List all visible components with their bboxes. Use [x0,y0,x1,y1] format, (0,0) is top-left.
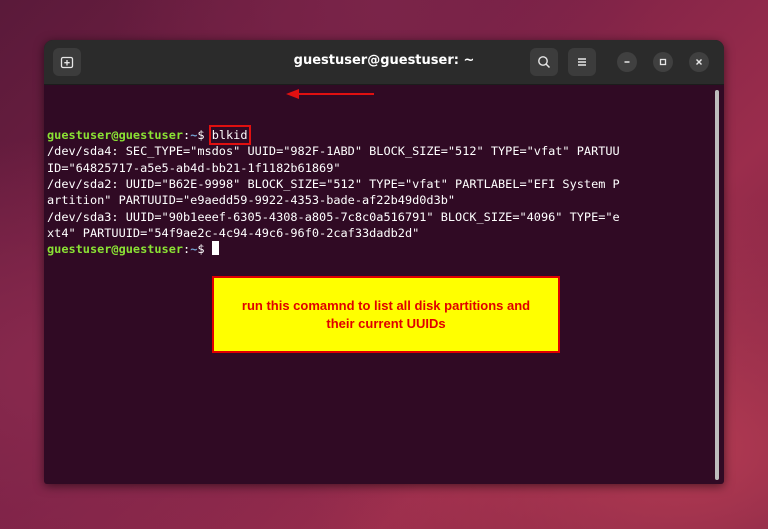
callout-line-2: their current UUIDs [326,315,446,331]
callout-line-1: run this comamnd to list all disk partit… [241,297,531,313]
annotation-arrow [286,89,374,99]
annotation-callout: run this comamnd to list all disk partit… [212,276,560,353]
